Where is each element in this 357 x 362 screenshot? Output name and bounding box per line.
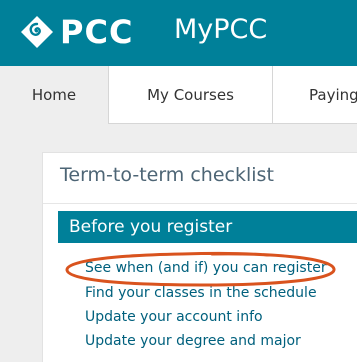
logo-text: PCC [60, 13, 134, 51]
card-title: Term-to-term checklist [60, 164, 274, 186]
tab-home[interactable]: Home [0, 66, 109, 124]
pcc-logo[interactable]: PCC [20, 12, 133, 52]
link-find-classes[interactable]: Find your classes in the schedule [85, 285, 317, 301]
main-nav-tabs: Home My Courses Paying f [0, 66, 357, 124]
section-header-before-register: Before you register [58, 211, 357, 243]
link-see-when-register[interactable]: See when (and if) you can register [85, 260, 327, 276]
tab-my-courses[interactable]: My Courses [109, 66, 273, 124]
link-update-account[interactable]: Update your account info [85, 309, 263, 325]
site-header: PCC MyPCC [0, 0, 357, 66]
card-divider [43, 203, 357, 204]
pcc-diamond-logo-icon [20, 15, 54, 49]
link-update-degree[interactable]: Update your degree and major [85, 333, 301, 349]
app-name: MyPCC [174, 14, 268, 45]
tab-paying[interactable]: Paying f [273, 66, 357, 124]
checklist-card: Term-to-term checklist [42, 152, 357, 362]
